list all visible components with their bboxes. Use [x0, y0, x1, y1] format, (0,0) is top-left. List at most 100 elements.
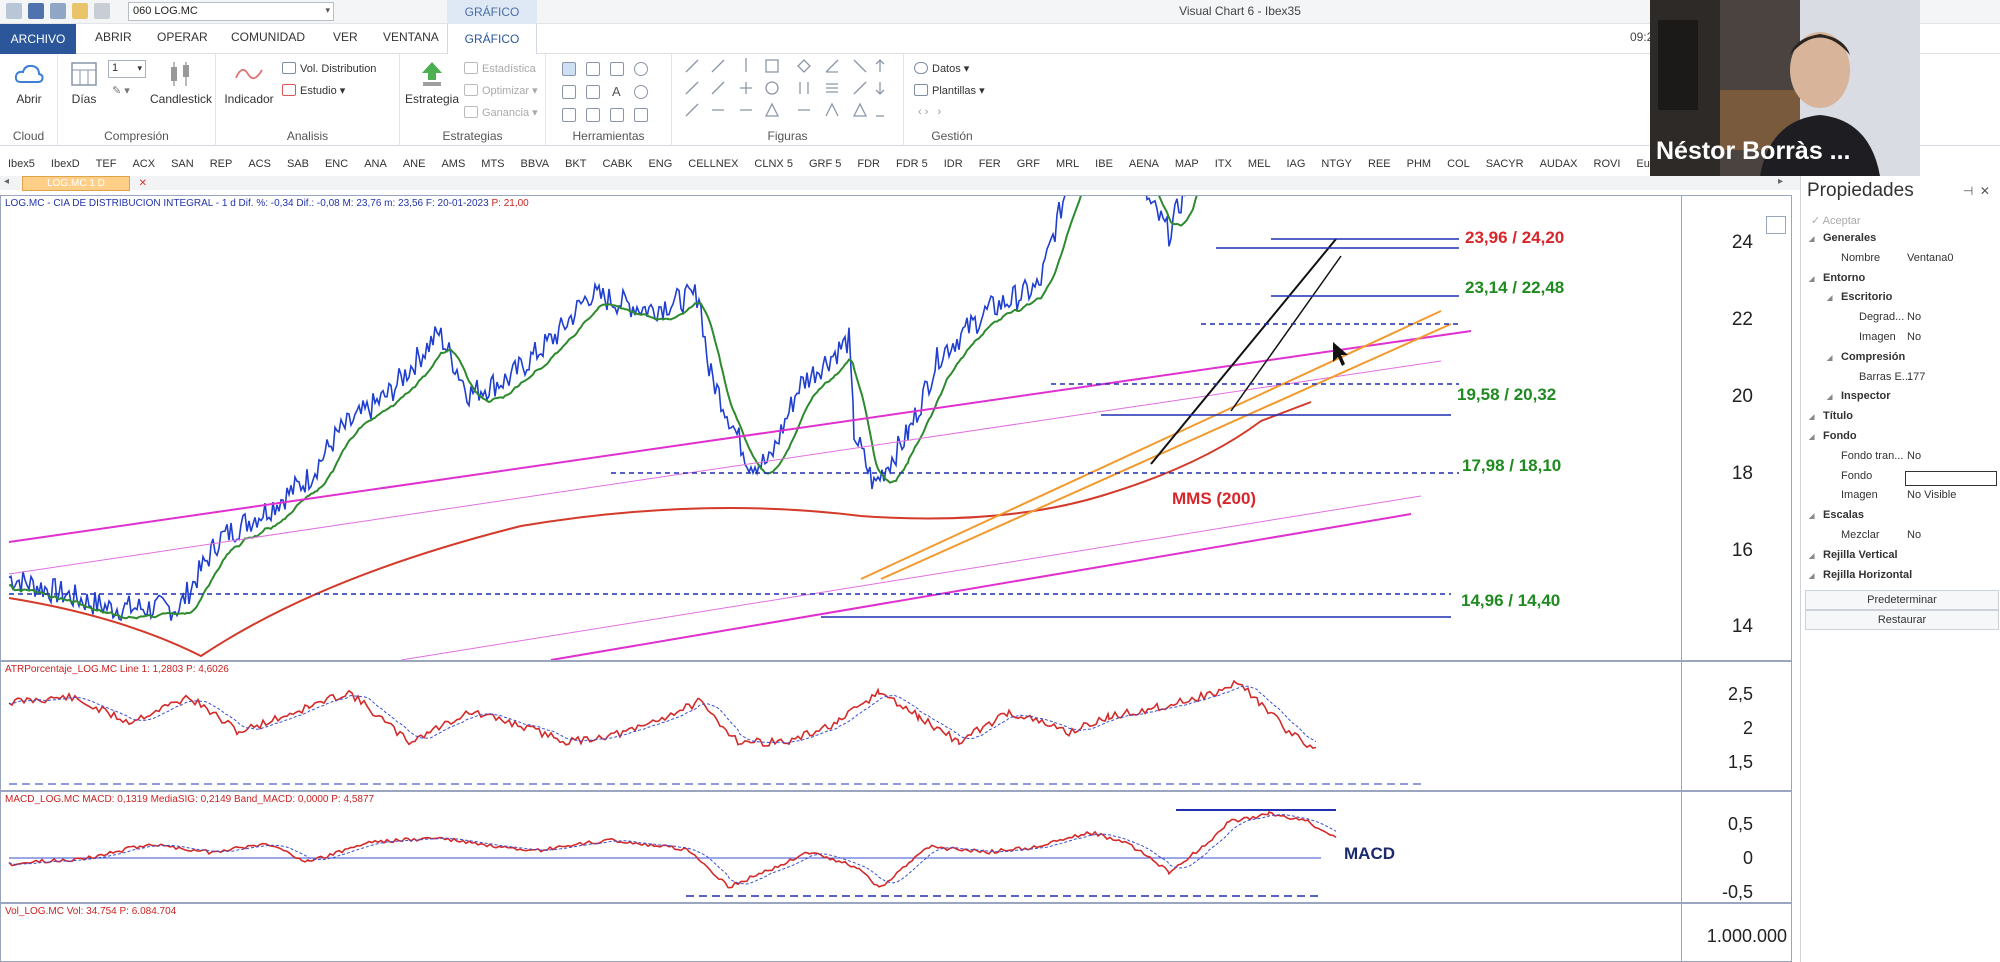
document-tab[interactable]: LOG.MC 1 D ✕ — [22, 176, 147, 191]
property-row[interactable]: Fondo tran... No — [1801, 450, 2000, 470]
zoom-area-icon[interactable] — [586, 62, 600, 76]
figure-tools-grid[interactable] — [672, 54, 904, 124]
symbol-link[interactable]: ACS — [248, 158, 271, 170]
property-row[interactable]: Imagen No — [1801, 331, 2000, 351]
property-row[interactable]: ◢ Título — [1801, 410, 2000, 430]
symbol-link[interactable]: IAG — [1286, 158, 1305, 170]
tab-operar[interactable]: OPERAR — [157, 30, 208, 44]
tab-abrir[interactable]: ABRIR — [95, 30, 132, 44]
symbol-link[interactable]: NTGY — [1321, 158, 1352, 170]
property-row[interactable]: Degrad... No — [1801, 311, 2000, 331]
symbol-link[interactable]: ANE — [403, 158, 426, 170]
optimizar-button[interactable]: Optimizar ▾ — [464, 84, 538, 97]
symbol-link[interactable]: CABK — [602, 158, 632, 170]
symbol-link[interactable]: ENG — [648, 158, 672, 170]
axis-menu-icon[interactable] — [1766, 216, 1786, 234]
estudio-button[interactable]: Estudio ▾ — [282, 84, 345, 97]
property-row[interactable]: Mezclar No — [1801, 529, 2000, 549]
scroll-right-icon[interactable]: ▸ — [1778, 176, 1783, 187]
expand-icon[interactable]: ◢ — [1809, 235, 1814, 243]
tab-grafico[interactable]: GRÁFICO — [447, 24, 537, 54]
symbol-link[interactable]: BKT — [565, 158, 586, 170]
candlestick-button[interactable]: Candlestick — [146, 60, 216, 106]
symbol-link[interactable]: REP — [210, 158, 233, 170]
tab-archivo[interactable]: ARCHIVO — [0, 24, 76, 54]
symbol-link[interactable]: CELLNEX — [688, 158, 738, 170]
symbol-link[interactable]: ACX — [132, 158, 155, 170]
clipboard-icon[interactable] — [634, 108, 648, 122]
magnify-minus-icon[interactable] — [634, 85, 648, 99]
symbol-link[interactable]: SAN — [171, 158, 194, 170]
symbol-link[interactable]: Euro Stoxx 50 — [1636, 158, 1650, 170]
macd-pane[interactable]: MACD_LOG.MC MACD: 0,1319 MediaSIG: 0,214… — [0, 791, 1792, 903]
symbol-link[interactable]: COL — [1447, 158, 1470, 170]
restaurar-button[interactable]: Restaurar — [1805, 610, 1999, 630]
datos-button[interactable]: Datos ▾ — [914, 62, 969, 75]
expand-icon[interactable]: ◢ — [1827, 294, 1832, 302]
atr-axis[interactable]: 2,5 2 1,5 — [1681, 662, 1791, 790]
property-row[interactable]: Barras E... 177 — [1801, 371, 2000, 391]
volume-pane[interactable]: Vol_LOG.MC Vol: 34.754 P: 6.084.704 _ □ … — [0, 903, 1792, 962]
symbol-link[interactable]: ITX — [1215, 158, 1232, 170]
price-axis[interactable]: 24 22 20 18 16 14 — [1681, 196, 1791, 660]
symbol-link[interactable]: AUDAX — [1540, 158, 1578, 170]
macd-chart-plot[interactable] — [1, 792, 1683, 902]
symbol-link[interactable]: MAP — [1175, 158, 1199, 170]
tab-comunidad[interactable]: COMUNIDAD — [231, 30, 305, 44]
symbol-link[interactable]: AENA — [1129, 158, 1159, 170]
estrategia-button[interactable]: Estrategia — [402, 60, 462, 106]
property-row[interactable]: ◢ Rejilla Vertical — [1801, 549, 2000, 569]
grid-icon[interactable] — [94, 3, 110, 19]
select-tool-icon[interactable] — [562, 62, 576, 76]
symbol-link[interactable]: MTS — [481, 158, 504, 170]
open-cloud-button[interactable]: Abrir — [4, 60, 54, 106]
symbol-link[interactable]: TEF — [96, 158, 117, 170]
grid-tool-icon[interactable] — [586, 85, 600, 99]
pin-icon[interactable] — [50, 3, 66, 19]
property-row[interactable]: ◢ Escritorio — [1801, 291, 2000, 311]
ganancia-button[interactable]: Ganancia ▾ — [464, 106, 538, 119]
symbol-link[interactable]: ROVI — [1594, 158, 1621, 170]
symbol-link[interactable]: GRF 5 — [809, 158, 841, 170]
property-row[interactable]: ◢ Escalas — [1801, 509, 2000, 529]
symbol-link[interactable]: AMS — [441, 158, 465, 170]
symbol-link[interactable]: SACYR — [1486, 158, 1524, 170]
symbol-link[interactable]: Ibex5 — [8, 158, 35, 170]
atr-pane[interactable]: ATRPorcentaje_LOG.MC Line 1: 1,2803 P: 4… — [0, 661, 1792, 791]
expand-icon[interactable]: ◢ — [1827, 354, 1832, 362]
table-icon[interactable] — [562, 85, 576, 99]
plantillas-button[interactable]: Plantillas ▾ — [914, 84, 985, 97]
property-row[interactable]: ◢ Fondo — [1801, 430, 2000, 450]
property-row[interactable]: ◢ Rejilla Horizontal — [1801, 569, 2000, 589]
expand-icon[interactable]: ◢ — [1809, 413, 1814, 421]
folder-icon[interactable] — [72, 3, 88, 19]
predeterminar-button[interactable]: Predeterminar — [1805, 590, 1999, 610]
indicador-button[interactable]: Indicador — [220, 60, 278, 106]
symbol-link[interactable]: FDR 5 — [896, 158, 928, 170]
symbol-link[interactable]: MRL — [1056, 158, 1079, 170]
arrow-tool-icon[interactable] — [562, 108, 576, 122]
symbol-link[interactable]: FER — [979, 158, 1001, 170]
symbol-link[interactable]: CLNX 5 — [754, 158, 793, 170]
text-tool-icon[interactable]: A — [612, 84, 621, 99]
symbol-selector[interactable]: 060 LOG.MC ▾ — [128, 2, 334, 21]
close-tab-icon[interactable]: ✕ — [139, 177, 147, 191]
expand-icon[interactable]: ◢ — [1809, 433, 1814, 441]
price-pane[interactable]: LOG.MC - CIA DE DISTRIBUCION INTEGRAL - … — [0, 195, 1792, 661]
symbol-link[interactable]: IDR — [944, 158, 963, 170]
symbol-link[interactable]: SAB — [287, 158, 309, 170]
window-icon[interactable] — [610, 62, 624, 76]
compression-value-field[interactable]: 1 ▾ — [108, 60, 146, 78]
property-row[interactable]: Fondo — [1801, 470, 2000, 490]
symbol-link[interactable]: BBVA — [521, 158, 550, 170]
macd-axis[interactable]: 0,5 0 -0,5 — [1681, 792, 1791, 902]
scroll-left-icon[interactable]: ◂ — [4, 176, 9, 187]
symbol-link[interactable]: IBE — [1095, 158, 1113, 170]
property-row[interactable]: Imagen No Visible — [1801, 489, 2000, 509]
symbol-link[interactable]: REE — [1368, 158, 1391, 170]
symbol-link[interactable]: MEL — [1248, 158, 1271, 170]
expand-icon[interactable]: ◢ — [1809, 512, 1814, 520]
symbol-link[interactable]: GRF — [1017, 158, 1040, 170]
expand-icon[interactable]: ◢ — [1809, 572, 1814, 580]
ruler-icon[interactable] — [586, 108, 600, 122]
